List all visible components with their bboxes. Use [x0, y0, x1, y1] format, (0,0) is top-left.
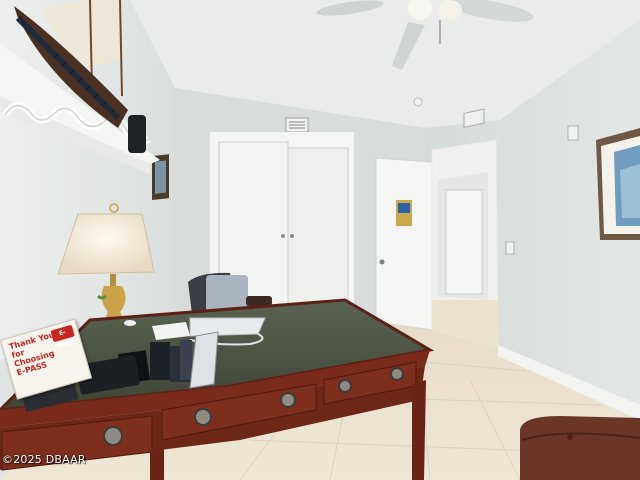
drawer-pull [280, 392, 296, 408]
framed-artwork [596, 128, 640, 240]
desk-leg [412, 380, 426, 480]
closet-door-right [287, 147, 349, 307]
leather-ottoman [520, 416, 640, 480]
open-door [375, 157, 433, 331]
smoke-detector [413, 97, 423, 107]
office-photo: E-PASS Thank You for Choosing E-PASS ©20… [0, 0, 640, 480]
computer-mouse [124, 320, 136, 326]
drawer-pull [194, 408, 212, 426]
hallway-door [445, 189, 483, 295]
door-knob [281, 234, 285, 238]
door-knob [290, 234, 294, 238]
drawer-pull [338, 379, 352, 393]
drawer-pull [390, 367, 404, 381]
light-switch [567, 125, 579, 141]
copyright-watermark: ©2025 DBAAR [2, 453, 86, 466]
wall-outlet [505, 241, 515, 255]
room-illustration [0, 0, 640, 480]
desk-leg [150, 448, 164, 480]
door-handle [379, 259, 385, 265]
e-pass-logo: E-PASS [50, 324, 75, 350]
drawer-pull [103, 426, 123, 446]
